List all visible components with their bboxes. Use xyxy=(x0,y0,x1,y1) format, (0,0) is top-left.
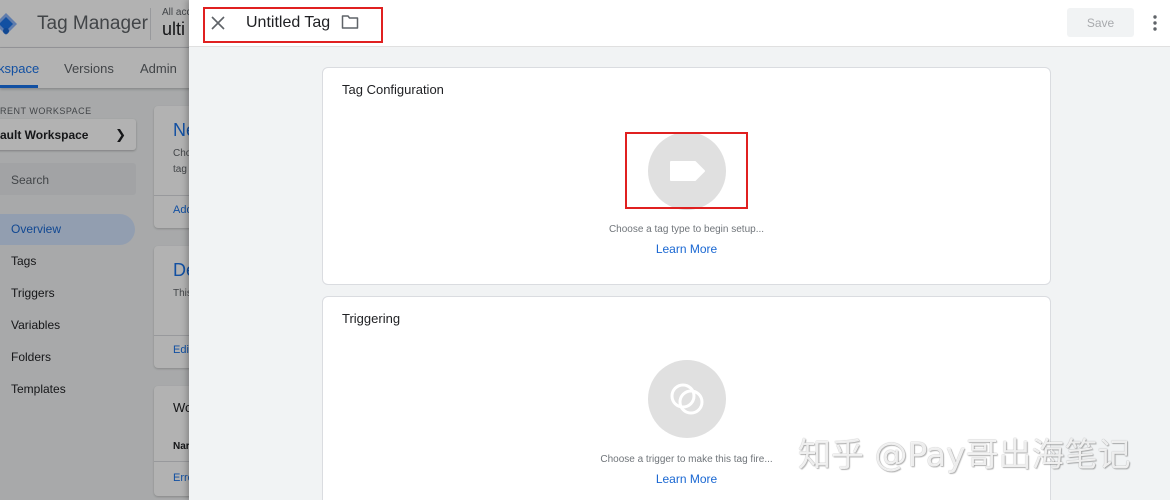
learn-more-link-text[interactable]: Learn More xyxy=(656,242,717,256)
tag-editor-panel: Untitled Tag Save Tag Configuration Choo… xyxy=(189,0,1170,500)
more-vert-icon[interactable] xyxy=(1151,13,1159,33)
tag-config-hint: Choose a tag type to begin setup... xyxy=(608,224,765,235)
tag-configuration-title: Tag Configuration xyxy=(342,82,444,97)
trigger-icon xyxy=(670,383,704,415)
triggering-title: Triggering xyxy=(342,311,401,326)
highlight-box-title xyxy=(203,7,383,43)
highlight-box-icon xyxy=(625,132,748,209)
tag-configuration-card[interactable]: Tag Configuration Choose a tag type to b… xyxy=(322,67,1051,285)
editor-header: Untitled Tag Save xyxy=(189,0,1170,47)
learn-more-link: Learn More xyxy=(323,242,1050,256)
choose-trigger-button[interactable] xyxy=(648,360,726,438)
watermark: 知乎 @Pay哥出海笔记 xyxy=(798,435,1131,474)
save-button[interactable]: Save xyxy=(1067,8,1134,37)
learn-more-link-text[interactable]: Learn More xyxy=(656,472,717,486)
